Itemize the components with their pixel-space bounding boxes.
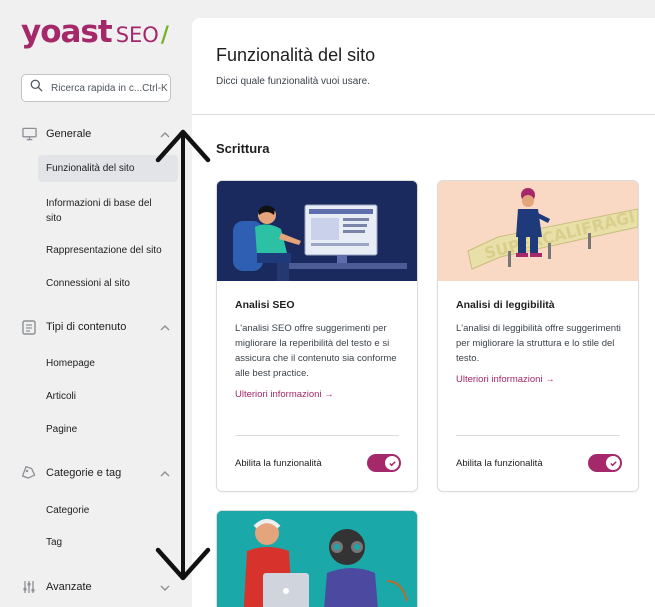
card-divider <box>235 435 399 436</box>
feature-card-analisi-seo: Analisi SEO L'analisi SEO offre suggerim… <box>216 180 418 492</box>
toggle-label: Abilita la funzionalità <box>235 458 322 469</box>
nav-group-label: Generale <box>46 128 92 140</box>
feature-toggle-analisi-seo[interactable] <box>367 454 401 472</box>
nav-group-tipi-di-contenuto[interactable]: Tipi di contenuto <box>21 317 171 337</box>
learn-more-link[interactable]: Ulteriori informazioni → <box>235 389 334 400</box>
sliders-icon <box>21 579 37 595</box>
card-description: L'analisi di leggibilità offre suggerime… <box>456 323 621 364</box>
nav-group-label: Categorie e tag <box>46 467 122 479</box>
nav-group-label: Tipi di contenuto <box>46 321 127 333</box>
card-title: Analisi di leggibilità <box>456 299 555 311</box>
section-title-scrittura: Scrittura <box>216 141 270 156</box>
nav-group-label: Avanzate <box>46 581 92 593</box>
card-divider <box>456 435 620 436</box>
page-title: Funzionalità del sito <box>216 45 376 65</box>
seo-analysis-illustration <box>217 181 417 281</box>
document-icon <box>21 319 37 335</box>
logo-product: SEO <box>115 23 159 47</box>
card-title: Analisi SEO <box>235 299 295 311</box>
toggle-label: Abilita la funzionalità <box>456 458 543 469</box>
quick-search[interactable] <box>21 74 171 102</box>
check-icon <box>606 456 620 470</box>
nav-group-generale[interactable]: Generale <box>21 124 171 144</box>
search-input[interactable] <box>51 82 169 94</box>
feature-toggle-analisi-leggibilita[interactable] <box>588 454 622 472</box>
header-divider <box>192 114 655 115</box>
feature-card-analisi-leggibilita: SUPERCALIFRAGI Analisi di leggibilità L'… <box>437 180 639 492</box>
nav-group-categorie-e-tag[interactable]: Categorie e tag <box>21 463 171 483</box>
feature-card-third <box>216 510 418 607</box>
main-panel: Funzionalità del sito Dicci quale funzio… <box>192 18 655 607</box>
card-description: L'analisi SEO offre suggerimenti per mig… <box>235 323 397 379</box>
tag-icon <box>21 465 37 481</box>
yoast-seo-logo[interactable]: yoast SEO / <box>21 14 169 54</box>
logo-slash: / <box>160 23 169 48</box>
inclusive-language-illustration <box>217 511 417 607</box>
readability-analysis-illustration: SUPERCALIFRAGI <box>438 181 638 281</box>
page-subtitle: Dicci quale funzionalità vuoi usare. <box>216 76 370 87</box>
desktop-icon <box>21 126 37 142</box>
search-icon <box>30 79 43 97</box>
double-arrow-overlay <box>155 129 211 581</box>
check-icon <box>385 456 399 470</box>
learn-more-link[interactable]: Ulteriori informazioni → <box>456 374 555 385</box>
nav-group-avanzate[interactable]: Avanzate <box>21 577 171 597</box>
logo-brand: yoast <box>21 14 113 50</box>
